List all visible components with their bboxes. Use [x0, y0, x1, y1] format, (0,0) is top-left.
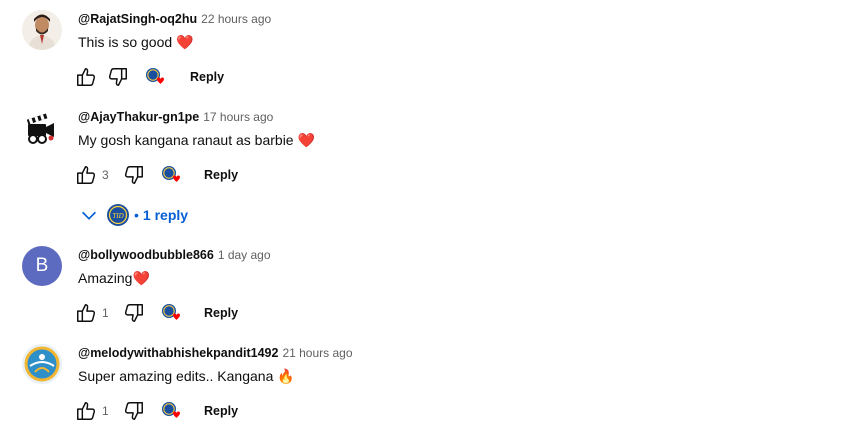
dislike-icon [124, 304, 143, 322]
like-button[interactable] [74, 301, 98, 325]
like-button[interactable] [74, 163, 98, 187]
heart-emoji: ❤️ [297, 132, 315, 148]
reply-button[interactable]: Reply [204, 163, 238, 187]
reply-button[interactable]: Reply [204, 301, 238, 325]
creator-heart-icon [146, 68, 164, 84]
comment-header: @AjayThakur-gn1pe 17 hours ago [78, 108, 273, 126]
comment-header: @bollywoodbubble866 1 day ago [78, 246, 271, 264]
dislike-icon [124, 402, 143, 420]
dislike-icon [124, 166, 143, 184]
heart-emoji: ❤️ [132, 270, 150, 286]
like-icon [77, 304, 96, 322]
svg-text:TID: TID [112, 212, 123, 220]
creator-heart-icon [162, 166, 180, 182]
dislike-button[interactable] [122, 301, 146, 325]
like-icon [77, 68, 96, 86]
like-count: 1 [102, 404, 109, 418]
timestamp[interactable]: 21 hours ago [282, 346, 352, 360]
comment-text: My gosh kangana ranaut as barbie ❤️ [78, 130, 315, 150]
dislike-button[interactable] [122, 163, 146, 187]
comment-header: @RajatSingh-oq2hu 22 hours ago [78, 10, 271, 28]
avatar[interactable] [22, 10, 62, 50]
like-button[interactable] [74, 65, 98, 89]
avatar[interactable] [22, 344, 62, 384]
comment-body: This is so good [78, 34, 173, 50]
creator-heart-badge [160, 163, 184, 187]
like-count: 3 [102, 168, 109, 182]
dislike-button[interactable] [122, 399, 146, 423]
reply-button[interactable]: Reply [190, 65, 224, 89]
comment-text: This is so good ❤️ [78, 32, 194, 52]
avatar-letter: B [35, 255, 49, 276]
comment-body: Amazing [78, 270, 133, 286]
chevron-down-icon [81, 211, 97, 220]
author-name[interactable]: @AjayThakur-gn1pe [78, 110, 199, 124]
comment-header: @melodywithabhishekpandit1492 21 hours ag… [78, 344, 353, 362]
dislike-icon [108, 68, 127, 86]
fire-emoji: 🔥 [277, 368, 295, 384]
creator-avatar: TID [106, 203, 130, 227]
heart-emoji: ❤️ [176, 34, 194, 50]
reply-button[interactable]: Reply [204, 399, 238, 423]
avatar[interactable]: B [22, 246, 62, 286]
author-name[interactable]: @bollywoodbubble866 [78, 248, 214, 262]
like-icon [77, 402, 96, 420]
like-icon [77, 166, 96, 184]
timestamp[interactable]: 17 hours ago [203, 110, 273, 124]
creator-heart-icon [162, 402, 180, 418]
comment-text: Super amazing edits.. Kangana 🔥 [78, 366, 295, 386]
author-name[interactable]: @melodywithabhishekpandit1492 [78, 346, 278, 360]
comment-body: My gosh kangana ranaut as barbie [78, 132, 294, 148]
replies-count-label[interactable]: 1 reply [143, 207, 188, 223]
dislike-button[interactable] [106, 65, 130, 89]
avatar[interactable] [22, 108, 62, 148]
timestamp[interactable]: 1 day ago [218, 248, 271, 262]
like-button[interactable] [74, 399, 98, 423]
creator-heart-icon [162, 304, 180, 320]
separator-dot: • [134, 207, 139, 223]
timestamp[interactable]: 22 hours ago [201, 12, 271, 26]
comment-body: Super amazing edits.. Kangana [78, 368, 274, 384]
author-name[interactable]: @RajatSingh-oq2hu [78, 12, 197, 26]
view-replies-button[interactable]: TID • 1 reply [78, 200, 188, 230]
like-count: 1 [102, 306, 109, 320]
comment-text: Amazing❤️ [78, 268, 150, 288]
creator-heart-badge [160, 301, 184, 325]
creator-heart-badge [160, 399, 184, 423]
creator-heart-badge [144, 65, 168, 89]
